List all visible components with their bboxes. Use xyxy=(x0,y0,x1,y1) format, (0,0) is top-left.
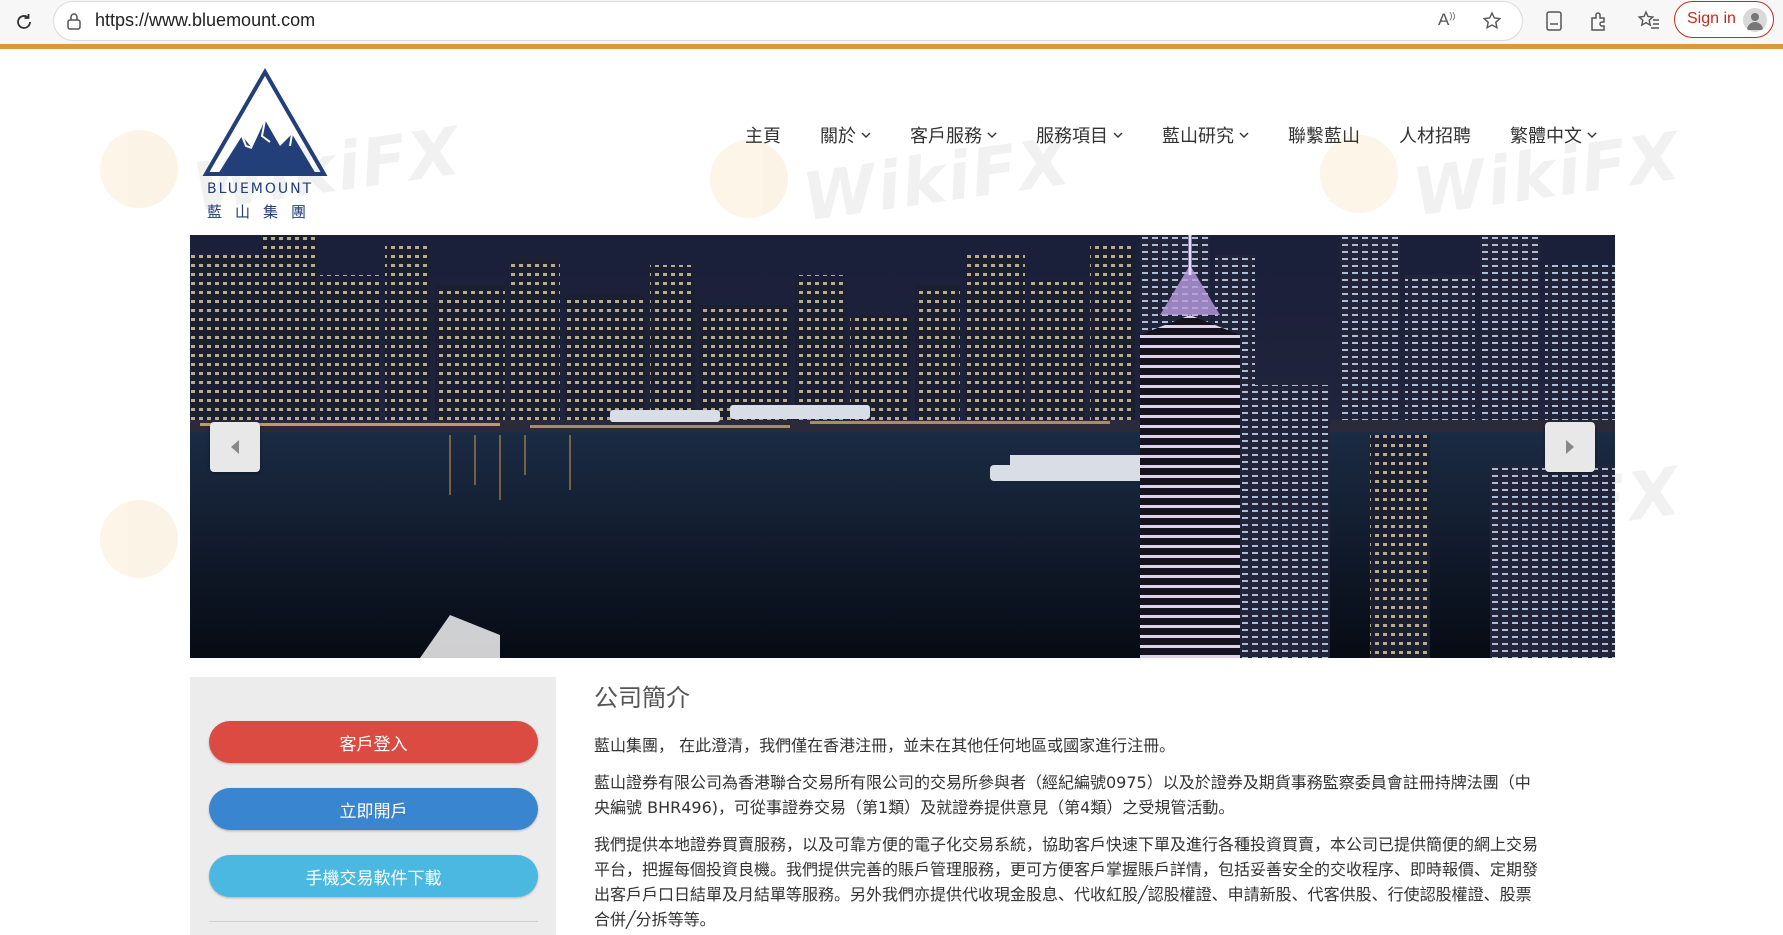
carousel-prev-button[interactable] xyxy=(210,422,260,472)
read-aloud-icon[interactable]: A)) xyxy=(1438,10,1462,34)
favorite-star-icon[interactable] xyxy=(1480,9,1504,33)
hero-carousel xyxy=(190,235,1615,658)
logo-wordmark: BLUEMOUNT xyxy=(207,181,314,197)
nav-item-about[interactable]: 關於 xyxy=(820,122,871,148)
address-bar[interactable]: https://www.bluemount.com A)) xyxy=(53,1,1523,41)
toolbar-accent-line xyxy=(0,44,1783,49)
paragraph-disclaimer: 藍山集團， 在此澄清，我們僅在香港注冊，並未在其他任何地區或國家進行注冊。 xyxy=(594,736,1176,755)
arrow-left-icon xyxy=(231,440,239,454)
browser-toolbar: https://www.bluemount.com A)) Sign in xyxy=(0,0,1783,47)
city-skyline-image xyxy=(190,235,1615,658)
nav-item-research[interactable]: 藍山研究 xyxy=(1162,122,1249,148)
open-account-button[interactable]: 立即開戶 xyxy=(209,788,538,830)
nav-item-language[interactable]: 繁體中文 xyxy=(1510,122,1597,148)
nav-item-client-services[interactable]: 客戶服務 xyxy=(910,122,997,148)
paragraph-license: 藍山證券有限公司為香港聯合交易所有限公司的交易所參與者（經紀編號0975）以及於… xyxy=(594,773,1531,817)
mountain-logo-icon xyxy=(202,68,328,176)
chevron-down-icon xyxy=(1239,132,1249,138)
nav-item-careers[interactable]: 人材招聘 xyxy=(1399,122,1471,148)
client-login-button[interactable]: 客戶登入 xyxy=(209,721,538,763)
extensions-icon[interactable] xyxy=(1586,8,1612,34)
nav-item-contact[interactable]: 聯繫藍山 xyxy=(1288,122,1360,148)
sidebar-divider xyxy=(209,921,538,922)
reading-view-icon[interactable] xyxy=(1541,8,1567,34)
bluemount-logo[interactable]: BLUEMOUNT 藍山集團 xyxy=(200,66,330,226)
chevron-down-icon xyxy=(1587,132,1597,138)
lock-icon[interactable] xyxy=(64,11,84,31)
paragraph-services: 我們提供本地證券買賣服務，以及可靠方便的電子化交易系統，協助客戶快速下單及進行各… xyxy=(594,835,1539,929)
chevron-down-icon xyxy=(987,132,997,138)
sign-in-label: Sign in xyxy=(1687,10,1736,27)
arrow-right-icon xyxy=(1566,440,1574,454)
nav-item-home[interactable]: 主頁 xyxy=(745,122,781,148)
watermark: WikiFX xyxy=(710,122,1076,236)
company-profile: 公司簡介 藍山集團， 在此澄清，我們僅在香港注冊，並未在其他任何地區或國家進行注… xyxy=(594,678,1544,935)
chevron-down-icon xyxy=(1113,132,1123,138)
avatar-icon xyxy=(1743,8,1767,32)
url-text[interactable]: https://www.bluemount.com xyxy=(95,10,315,31)
page-title: 公司簡介 xyxy=(594,684,690,712)
sidebar: 客戶登入 立即開戶 手機交易軟件下載 xyxy=(190,677,556,935)
reload-icon[interactable] xyxy=(8,6,40,38)
logo-chinese-name: 藍山集團 xyxy=(207,203,320,221)
mobile-app-download-button[interactable]: 手機交易軟件下載 xyxy=(209,855,538,897)
chevron-down-icon xyxy=(861,132,871,138)
sign-in-button[interactable]: Sign in xyxy=(1674,1,1774,38)
carousel-next-button[interactable] xyxy=(1545,422,1595,472)
favorites-icon[interactable] xyxy=(1636,8,1662,34)
nav-item-services[interactable]: 服務項目 xyxy=(1036,122,1123,148)
main-nav: 主頁 關於 客戶服務 服務項目 藍山研究 聯繫藍山 人材招聘 繁體中文 xyxy=(745,120,1636,150)
